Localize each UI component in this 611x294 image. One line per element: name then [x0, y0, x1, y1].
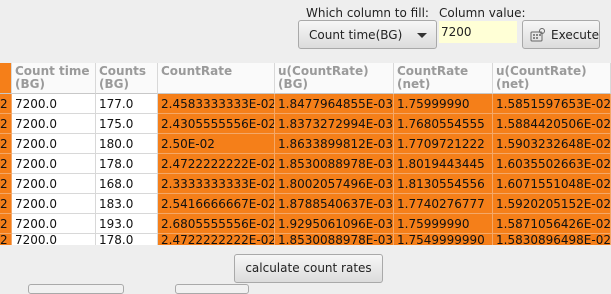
- bottom-button-left[interactable]: [28, 284, 124, 294]
- table-cell[interactable]: 2: [0, 234, 12, 245]
- table-cell[interactable]: 2.50E-02: [158, 134, 275, 154]
- table-cell[interactable]: 2.4583333333E-02: [158, 94, 275, 114]
- table-cell[interactable]: 7200.0: [12, 214, 96, 234]
- table-cell[interactable]: 1.7680554555: [394, 114, 493, 134]
- table-cell[interactable]: 2: [0, 154, 12, 174]
- table-cell[interactable]: 193.0: [96, 214, 158, 234]
- column-value-input[interactable]: [439, 21, 517, 43]
- fill-column-label: Which column to fill:: [306, 6, 429, 20]
- column-header[interactable]: [0, 63, 12, 94]
- table-cell[interactable]: 2: [0, 94, 12, 114]
- column-header[interactable]: u(CountRate) (net): [493, 63, 611, 94]
- table-row[interactable]: 2 7200.0 178.0 2.4722222222E-02 1.8530088978…: [0, 154, 611, 174]
- chevron-down-icon: [417, 33, 427, 38]
- table-cell[interactable]: 1.6035502663E-02: [493, 154, 611, 174]
- table-cell[interactable]: 180.0: [96, 134, 158, 154]
- table-cell[interactable]: 7200.0: [12, 174, 96, 194]
- table-cell[interactable]: 1.8633899812E-03: [275, 134, 394, 154]
- table-cell[interactable]: 2.4722222222E-02: [158, 154, 275, 174]
- table-cell[interactable]: 2: [0, 194, 12, 214]
- table-cell[interactable]: 1.7740276777: [394, 194, 493, 214]
- bottom-button-middle[interactable]: [175, 284, 249, 294]
- table-cell[interactable]: 2.4305555556E-02: [158, 114, 275, 134]
- table-cell[interactable]: 178.0: [96, 154, 158, 174]
- table-cell[interactable]: 1.5920205152E-02: [493, 194, 611, 214]
- table-cell[interactable]: 1.75999990: [394, 94, 493, 114]
- table-cell[interactable]: 1.5884420506E-02: [493, 114, 611, 134]
- table-cell[interactable]: 7200.0: [12, 234, 96, 245]
- table-cell[interactable]: 1.6071551048E-02: [493, 174, 611, 194]
- table-cell[interactable]: 1.8477964855E-03: [275, 94, 394, 114]
- execute-button[interactable]: Execute: [522, 20, 600, 49]
- table-cell[interactable]: 177.0: [96, 94, 158, 114]
- column-header[interactable]: Count time (BG): [12, 63, 96, 94]
- table-cell[interactable]: 2.4722222222E-02: [158, 234, 275, 245]
- table-cell[interactable]: 1.5903232648E-02: [493, 134, 611, 154]
- table-cell[interactable]: 7200.0: [12, 134, 96, 154]
- table-cell[interactable]: 178.0: [96, 234, 158, 245]
- table-cell[interactable]: 2.5416666667E-02: [158, 194, 275, 214]
- table-cell[interactable]: 2: [0, 114, 12, 134]
- table-cell[interactable]: 183.0: [96, 194, 158, 214]
- table-cell[interactable]: 7200.0: [12, 194, 96, 214]
- table-cell[interactable]: 7200.0: [12, 94, 96, 114]
- table-cell[interactable]: 1.8002057496E-03: [275, 174, 394, 194]
- table-row[interactable]: 2 7200.0 168.0 2.3333333333E-02 1.8002057496…: [0, 174, 611, 194]
- table-cell[interactable]: 2: [0, 214, 12, 234]
- table-cell[interactable]: 168.0: [96, 174, 158, 194]
- table-cell[interactable]: 1.8788540637E-03: [275, 194, 394, 214]
- table-cell[interactable]: 1.7709721222: [394, 134, 493, 154]
- table-row[interactable]: 2 7200.0 183.0 2.5416666667E-02 1.8788540637…: [0, 194, 611, 214]
- table-cell[interactable]: 1.5830896498E-02: [493, 234, 611, 245]
- table-cell[interactable]: 2.6805555556E-02: [158, 214, 275, 234]
- table-cell[interactable]: 1.9295061096E-03: [275, 214, 394, 234]
- table-cell[interactable]: 7200.0: [12, 154, 96, 174]
- column-value-label: Column value:: [439, 6, 526, 20]
- table-cell[interactable]: 1.8530088978E-03: [275, 234, 394, 245]
- table-cell[interactable]: 1.8130554556: [394, 174, 493, 194]
- column-header[interactable]: u(CountRate) (BG): [275, 63, 394, 94]
- table-cell[interactable]: 1.5871056426E-02: [493, 214, 611, 234]
- fill-column-selected: Count time(BG): [309, 28, 403, 42]
- column-header[interactable]: Counts (BG): [96, 63, 158, 94]
- calculate-count-rates-button[interactable]: calculate count rates: [234, 254, 383, 283]
- execute-label: Execute: [551, 28, 599, 42]
- table-cell[interactable]: 1.5851597653E-02: [493, 94, 611, 114]
- table-row[interactable]: 2 7200.0 177.0 2.4583333333E-02 1.8477964855…: [0, 94, 611, 114]
- table-cell[interactable]: 1.7549999990: [394, 234, 493, 245]
- table-cell[interactable]: 1.8373272994E-03: [275, 114, 394, 134]
- table-cell[interactable]: 2.3333333333E-02: [158, 174, 275, 194]
- table-row[interactable]: 2 7200.0 178.0 2.4722222222E-02 1.8530088978…: [0, 234, 611, 245]
- table-cell[interactable]: 2: [0, 174, 12, 194]
- column-header[interactable]: CountRate (net): [394, 63, 493, 94]
- fill-column-dropdown[interactable]: Count time(BG): [298, 20, 437, 49]
- table-row[interactable]: 2 7200.0 193.0 2.6805555556E-02 1.9295061096…: [0, 214, 611, 234]
- table-cell[interactable]: 1.8530088978E-03: [275, 154, 394, 174]
- fill-toolbar: Which column to fill: Column value: Coun…: [0, 0, 611, 62]
- column-header[interactable]: CountRate: [158, 63, 275, 94]
- calculator-icon: [530, 28, 546, 45]
- table-cell[interactable]: 2: [0, 134, 12, 154]
- table-cell[interactable]: 1.75999990: [394, 214, 493, 234]
- table-row[interactable]: 2 7200.0 175.0 2.4305555556E-02 1.8373272994…: [0, 114, 611, 134]
- table-cell[interactable]: 175.0: [96, 114, 158, 134]
- results-table[interactable]: Count time (BG) Counts (BG) CountRate u(Cou…: [0, 63, 611, 245]
- table-header-row: Count time (BG) Counts (BG) CountRate u(Cou…: [0, 63, 611, 94]
- table-cell[interactable]: 1.8019443445: [394, 154, 493, 174]
- table-row[interactable]: 2 7200.0 180.0 2.50E-02 1.8633899812E-03 1.77…: [0, 134, 611, 154]
- table-cell[interactable]: 7200.0: [12, 114, 96, 134]
